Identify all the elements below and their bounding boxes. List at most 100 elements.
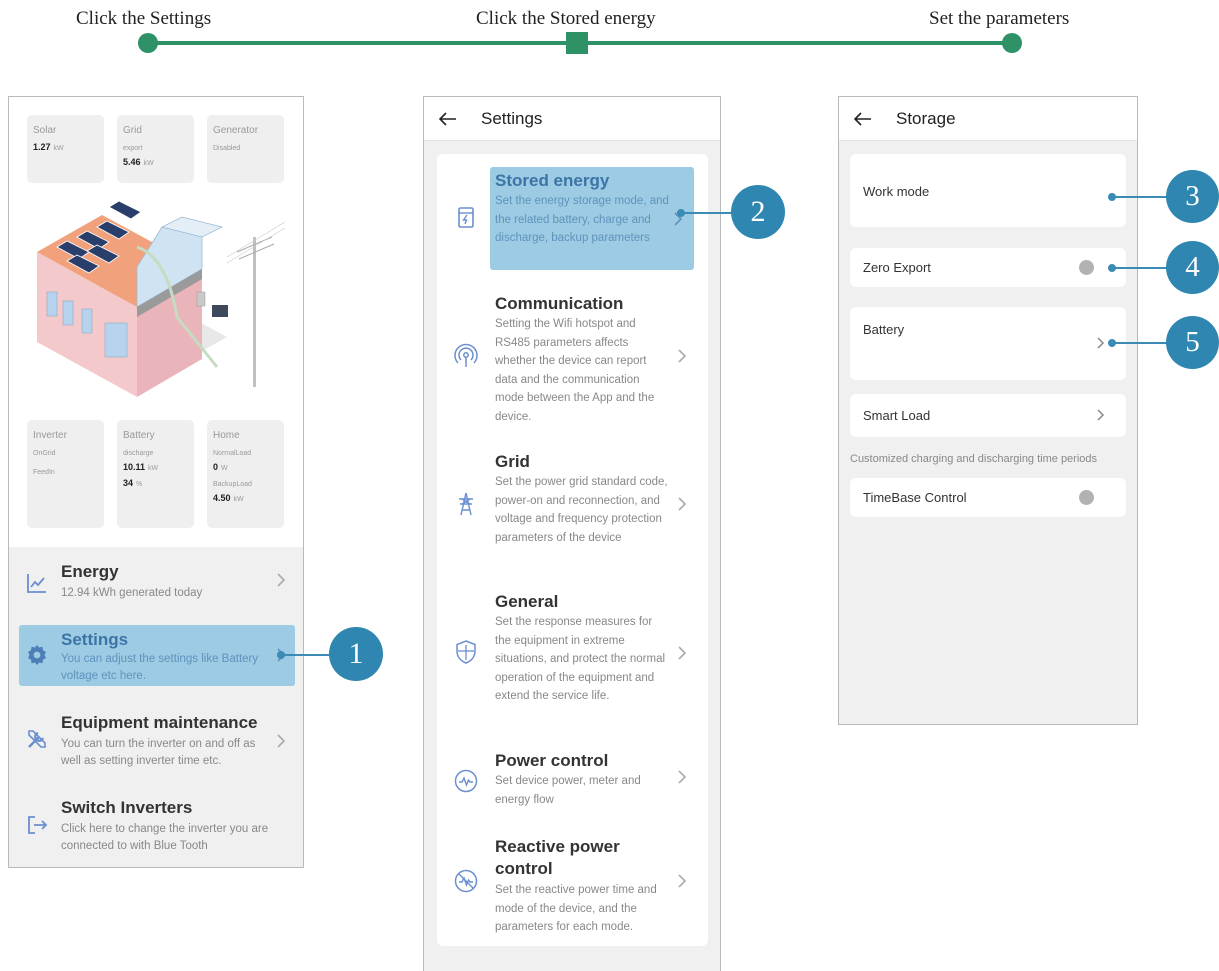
zero-export-row: Zero Export xyxy=(850,248,1126,287)
power-control-desc: Set device power, meter and energy flow xyxy=(495,775,641,806)
chevron-right-icon xyxy=(678,646,687,660)
power-pylon-icon xyxy=(459,492,473,516)
timebase-control-label: TimeBase Control xyxy=(863,490,967,505)
menu-settings-desc: You can adjust the settings like Battery… xyxy=(61,653,259,682)
inverter-title: Inverter xyxy=(33,430,67,441)
chevron-right-icon xyxy=(678,349,687,363)
battery-card[interactable]: Battery discharge 10.11 kW 34% xyxy=(117,420,194,528)
step-3-marker xyxy=(1002,33,1022,53)
communication-desc: Setting the Wifi hotspot and RS485 param… xyxy=(495,318,655,423)
reactive-power-desc: Set the reactive power time and mode of … xyxy=(495,884,657,934)
menu-equipment-maintenance[interactable]: Equipment maintenance You can turn the i… xyxy=(19,707,295,777)
menu-switch-inverters[interactable]: Switch Inverters Click here to change th… xyxy=(19,791,295,861)
grid-settings-desc: Set the power grid standard code, power-… xyxy=(495,476,668,544)
home-title: Home xyxy=(213,430,240,441)
zero-export-toggle[interactable] xyxy=(1079,260,1094,275)
normal-load-label: NormalLoad xyxy=(213,450,252,457)
settings-item-power-control[interactable]: Power control Set device power, meter an… xyxy=(437,747,708,817)
solar-title: Solar xyxy=(33,125,57,136)
power-control-title: Power control xyxy=(495,751,609,770)
inverter-card[interactable]: Inverter OnGrid FeedIn xyxy=(27,420,104,528)
gear-icon xyxy=(28,645,46,665)
settings-item-grid[interactable]: Grid Set the power grid standard code, p… xyxy=(437,448,708,568)
grid-value: 5.46 kW xyxy=(123,157,154,167)
general-title: General xyxy=(495,592,559,611)
settings-title: Settings xyxy=(481,108,543,128)
line-chart-icon xyxy=(27,574,46,593)
timebase-control-row: TimeBase Control xyxy=(850,478,1126,517)
stored-energy-title: Stored energy xyxy=(495,171,610,190)
tools-icon xyxy=(28,730,46,748)
chevron-right-icon xyxy=(1097,409,1105,421)
solar-card[interactable]: Solar 1.27 kW xyxy=(27,115,104,183)
callout-2: 2 xyxy=(731,185,785,239)
menu-switch-desc: Click here to change the inverter you ar… xyxy=(61,823,269,852)
chevron-right-icon xyxy=(277,573,286,587)
backup-load-value: 4.50 kW xyxy=(213,493,244,503)
inverter-mode: FeedIn xyxy=(33,469,55,476)
chevron-right-icon xyxy=(678,770,687,784)
menu-energy-desc: 12.94 kWh generated today xyxy=(61,587,203,599)
menu-settings-title: Settings xyxy=(61,630,129,649)
power-gauge-icon xyxy=(454,769,478,793)
logout-icon xyxy=(28,816,48,834)
step-3-label: Set the parameters xyxy=(929,8,1070,29)
normal-load-value: 0W xyxy=(213,462,228,472)
home-overview: Solar 1.27 kW Grid export 5.46 kW Generato… xyxy=(9,97,303,547)
house-illustration xyxy=(37,200,285,397)
zero-export-label: Zero Export xyxy=(863,260,931,275)
grid-card[interactable]: Grid export 5.46 kW xyxy=(117,115,194,183)
home-load-card[interactable]: Home NormalLoad 0W BackupLoad 4.50 kW xyxy=(207,420,284,528)
generator-card[interactable]: Generator Disabled xyxy=(207,115,284,183)
timebase-control-toggle[interactable] xyxy=(1079,490,1094,505)
backup-load-label: BackupLoad xyxy=(213,481,252,488)
callout-5: 5 xyxy=(1166,316,1219,369)
chevron-right-icon xyxy=(678,497,687,511)
reactive-power-title: Reactive power control xyxy=(495,837,620,878)
battery-row[interactable]: Battery xyxy=(850,307,1126,380)
home-screen: Solar 1.27 kW Grid export 5.46 kW Generato… xyxy=(8,96,304,868)
callout-1: 1 xyxy=(329,627,383,681)
communication-title: Communication xyxy=(495,294,624,313)
menu-energy[interactable]: Energy 12.94 kWh generated today xyxy=(19,555,295,615)
grid-settings-title: Grid xyxy=(495,452,530,471)
step-2-label: Click the Stored energy xyxy=(476,8,656,29)
settings-item-general[interactable]: General Set the response measures for th… xyxy=(437,588,708,728)
reactive-power-icon xyxy=(454,869,478,893)
settings-item-reactive-power[interactable]: Reactive power control Set the reactive … xyxy=(437,833,708,938)
menu-settings[interactable]: Settings You can adjust the settings lik… xyxy=(19,625,295,686)
back-arrow-icon[interactable] xyxy=(851,107,875,131)
step-2-marker xyxy=(566,32,588,54)
work-mode-row[interactable]: Work mode xyxy=(850,154,1126,227)
storage-app-bar: Storage xyxy=(839,97,1137,141)
general-desc: Set the response measures for the equipm… xyxy=(495,616,666,703)
signal-tower-icon xyxy=(454,343,478,367)
callout-1-line xyxy=(281,654,331,656)
storage-title: Storage xyxy=(896,108,956,128)
chevron-right-icon xyxy=(678,874,687,888)
settings-item-stored-energy[interactable]: Stored energy Set the energy storage mod… xyxy=(437,167,708,277)
battery-title: Battery xyxy=(123,430,155,441)
settings-list: Stored energy Set the energy storage mod… xyxy=(437,154,708,946)
smart-load-label: Smart Load xyxy=(863,408,931,423)
grid-title: Grid xyxy=(123,125,142,136)
menu-equipment-title: Equipment maintenance xyxy=(61,713,258,732)
shield-icon xyxy=(456,640,476,664)
smart-load-row[interactable]: Smart Load xyxy=(850,394,1126,437)
back-arrow-icon[interactable] xyxy=(436,107,460,131)
menu-energy-title: Energy xyxy=(61,562,119,581)
battery-power: 10.11 kW xyxy=(123,462,159,472)
storage-screen: Storage Work mode Zero Export Battery Sm… xyxy=(838,96,1138,725)
callout-3-line xyxy=(1112,196,1168,198)
callout-5-line xyxy=(1112,342,1168,344)
generator-status: Disabled xyxy=(213,145,241,152)
step-1-label: Click the Settings xyxy=(76,8,212,29)
callout-2-line xyxy=(681,212,733,214)
battery-soc: 34% xyxy=(123,478,143,488)
step-1-marker xyxy=(138,33,158,53)
settings-app-bar: Settings xyxy=(424,97,720,141)
inverter-state: OnGrid xyxy=(33,450,56,457)
chevron-right-icon xyxy=(277,734,286,748)
settings-item-communication[interactable]: Communication Setting the Wifi hotspot a… xyxy=(437,290,708,430)
battery-label: Battery xyxy=(863,322,905,337)
